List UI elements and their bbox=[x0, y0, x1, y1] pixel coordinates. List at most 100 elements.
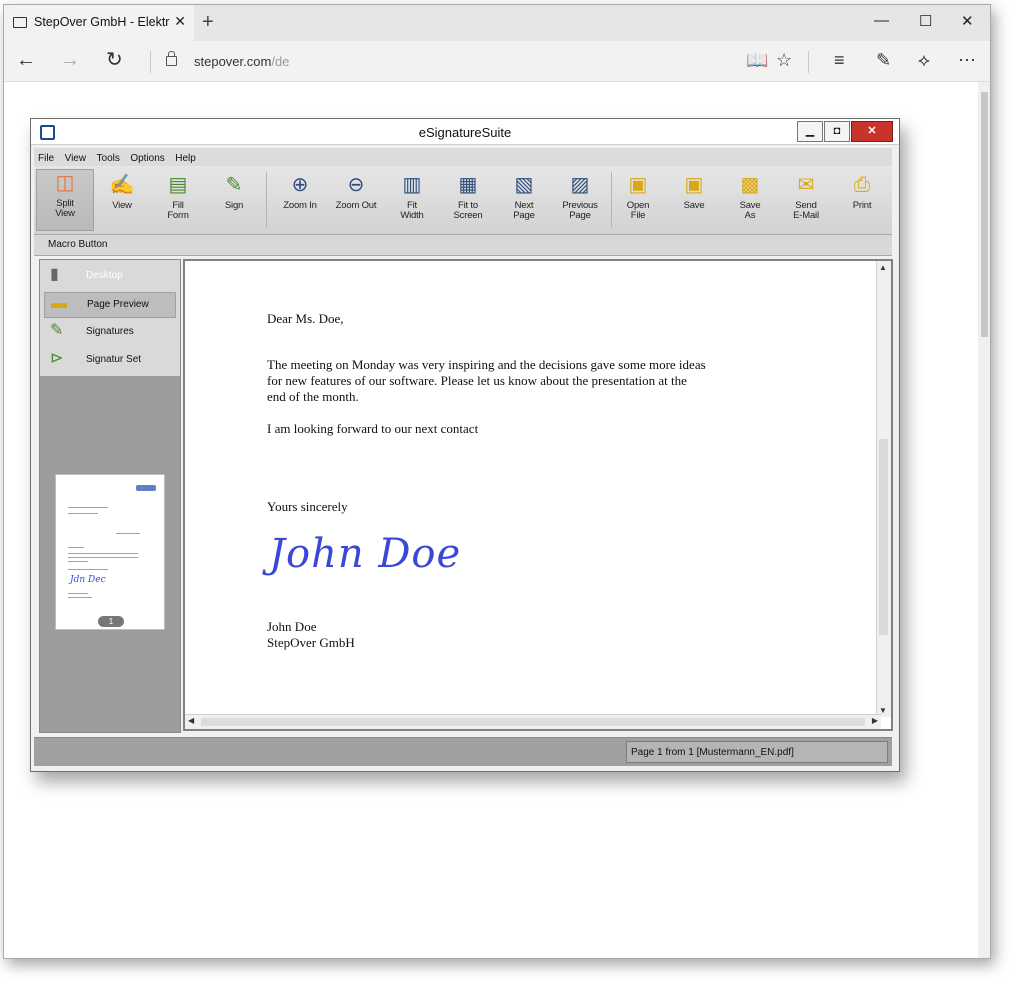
print-icon: ⎙ bbox=[854, 174, 870, 196]
side-item-label: Page Preview bbox=[87, 299, 149, 310]
web-note-icon[interactable]: ✎ bbox=[876, 50, 891, 71]
side-item-signatures[interactable]: ✎ Signatures bbox=[44, 320, 174, 344]
save-as-button[interactable]: ▩ Save As bbox=[722, 172, 778, 230]
side-panel: ▮ Desktop ▬ Page Preview ✎ Signatures ⊳ … bbox=[39, 259, 181, 733]
side-item-label: Signatures bbox=[86, 326, 134, 337]
share-icon[interactable]: ⟡ bbox=[918, 50, 930, 71]
page-thumbnail[interactable]: Jdn Dec 1 bbox=[55, 474, 165, 630]
split-view-label: Split View bbox=[55, 198, 75, 219]
signatur-set-icon: ⊳ bbox=[50, 350, 64, 367]
toolbar-separator-1 bbox=[266, 172, 267, 228]
fit-width-icon: ▥ bbox=[402, 174, 422, 196]
side-item-page-preview[interactable]: ▬ Page Preview bbox=[44, 292, 176, 318]
favorite-star-icon[interactable]: ☆ bbox=[776, 50, 792, 71]
save-as-icon: ▩ bbox=[740, 174, 760, 196]
app-title-bar: eSignatureSuite ▁ ◘ ✕ bbox=[31, 119, 899, 145]
url-field[interactable]: stepover.com/de bbox=[194, 54, 289, 69]
letter-paragraph-line: for new features of our software. Please… bbox=[267, 373, 687, 388]
close-window-icon[interactable]: ✕ bbox=[961, 12, 974, 30]
back-icon[interactable]: ← bbox=[16, 50, 36, 70]
menu-tools[interactable]: Tools bbox=[93, 150, 122, 164]
save-button[interactable]: ▣ Save bbox=[666, 172, 722, 230]
browser-tab[interactable]: StepOver GmbH - Elektr ✕ bbox=[4, 5, 194, 41]
esignature-app-window: eSignatureSuite ▁ ◘ ✕ File View Tools Op… bbox=[30, 118, 900, 772]
scroll-up-icon[interactable]: ▲ bbox=[879, 263, 887, 272]
refresh-icon[interactable]: ↻ bbox=[106, 50, 123, 70]
status-text: Page 1 from 1 [Mustermann_EN.pdf] bbox=[631, 747, 794, 758]
next-page-label: Next Page bbox=[513, 200, 535, 221]
next-page-icon: ▧ bbox=[514, 174, 534, 196]
hub-icon[interactable]: ≡ bbox=[834, 50, 845, 71]
letter-closing: Yours sincerely bbox=[267, 499, 348, 514]
save-as-label: Save As bbox=[739, 200, 761, 221]
fill-form-button[interactable]: ▤ Fill Form bbox=[150, 172, 206, 230]
print-label: Print bbox=[852, 200, 872, 211]
open-file-label: Open File bbox=[626, 200, 650, 221]
zoom-out-icon: ⊖ bbox=[347, 174, 365, 196]
menu-file[interactable]: File bbox=[34, 150, 56, 164]
thumbnail-line bbox=[68, 569, 108, 570]
forward-icon[interactable]: → bbox=[60, 50, 80, 70]
tab-close-icon[interactable]: ✕ bbox=[174, 13, 186, 30]
fit-width-label: Fit Width bbox=[400, 200, 424, 221]
minimize-icon[interactable]: — bbox=[874, 12, 889, 29]
document-vertical-scrollbar[interactable]: ▲ ▼ bbox=[876, 261, 891, 717]
zoom-out-button[interactable]: ⊖ Zoom Out bbox=[328, 172, 384, 230]
sign-button[interactable]: ✎ Sign bbox=[206, 172, 262, 230]
letter-body: Dear Ms. Doe, The meeting on Monday was … bbox=[267, 311, 737, 651]
toolbar-separator bbox=[808, 51, 809, 73]
side-item-desktop[interactable]: ▮ Desktop bbox=[44, 264, 174, 288]
send-email-label: Send E-Mail bbox=[793, 200, 819, 221]
page-scroll-thumb[interactable] bbox=[981, 92, 988, 337]
previous-page-button[interactable]: ▨ Previous Page bbox=[552, 172, 608, 230]
handwritten-signature: John Doe bbox=[269, 531, 462, 577]
document-scroll-thumb[interactable] bbox=[879, 439, 888, 635]
previous-page-icon: ▨ bbox=[570, 174, 590, 196]
side-list: ▮ Desktop ▬ Page Preview ✎ Signatures ⊳ … bbox=[40, 260, 180, 376]
app-minimize-icon[interactable]: ▁ bbox=[797, 121, 823, 142]
save-icon: ▣ bbox=[684, 174, 704, 196]
more-icon[interactable]: ⋯ bbox=[958, 50, 976, 71]
maximize-icon[interactable]: ☐ bbox=[919, 12, 932, 30]
page-scrollbar[interactable] bbox=[978, 82, 990, 958]
macro-button[interactable]: Macro Button bbox=[48, 239, 107, 250]
open-file-button[interactable]: ▣ Open File bbox=[610, 172, 666, 230]
split-view-button[interactable]: ◫ Split View bbox=[36, 169, 94, 231]
view-button[interactable]: ✍ View bbox=[94, 172, 150, 230]
document-horizontal-scrollbar[interactable]: ◀ ▶ bbox=[185, 714, 881, 729]
document-hscroll-thumb[interactable] bbox=[201, 718, 865, 726]
side-item-label: Signatur Set bbox=[86, 354, 142, 365]
side-item-signatur-set[interactable]: ⊳ Signatur Set bbox=[44, 348, 174, 372]
tab-page-icon bbox=[13, 17, 27, 28]
app-restore-icon[interactable]: ◘ bbox=[824, 121, 850, 142]
thumbnail-signature: Jdn Dec bbox=[70, 575, 106, 585]
lock-icon bbox=[166, 51, 177, 66]
scroll-left-icon[interactable]: ◀ bbox=[188, 716, 194, 725]
menu-view[interactable]: View bbox=[61, 150, 89, 164]
reading-view-icon[interactable]: 📖 bbox=[746, 50, 768, 71]
email-icon: ✉ bbox=[797, 174, 815, 196]
thumbnail-line bbox=[68, 513, 98, 514]
thumbnail-line bbox=[68, 557, 138, 558]
send-email-button[interactable]: ✉ Send E-Mail bbox=[778, 172, 834, 230]
app-close-icon[interactable]: ✕ bbox=[851, 121, 893, 142]
menu-options[interactable]: Options bbox=[126, 150, 166, 164]
fit-to-screen-button[interactable]: ▦ Fit to Screen bbox=[440, 172, 496, 230]
scroll-right-icon[interactable]: ▶ bbox=[872, 716, 878, 725]
thumbnail-line bbox=[68, 547, 84, 548]
app-window-controls: ▁ ◘ ✕ bbox=[796, 121, 893, 142]
menu-help[interactable]: Help bbox=[171, 150, 198, 164]
main-toolbar: ◫ Split View ✍ View ▤ Fill Form ✎ Sign ⊕… bbox=[34, 166, 892, 235]
fit-width-button[interactable]: ▥ Fit Width bbox=[384, 172, 440, 230]
app-title: eSignatureSuite bbox=[418, 125, 512, 140]
thumbnail-page-number: 1 bbox=[98, 616, 124, 627]
zoom-in-label: Zoom In bbox=[283, 200, 317, 211]
print-button[interactable]: ⎙ Print bbox=[834, 172, 890, 230]
zoom-in-button[interactable]: ⊕ Zoom In bbox=[272, 172, 328, 230]
next-page-button[interactable]: ▧ Next Page bbox=[496, 172, 552, 230]
new-tab-button[interactable]: + bbox=[202, 11, 214, 34]
desktop-icon: ▮ bbox=[50, 266, 59, 283]
open-file-icon: ▣ bbox=[628, 174, 648, 196]
letter-paragraph-line: The meeting on Monday was very inspiring… bbox=[267, 357, 706, 372]
zoom-in-icon: ⊕ bbox=[291, 174, 309, 196]
